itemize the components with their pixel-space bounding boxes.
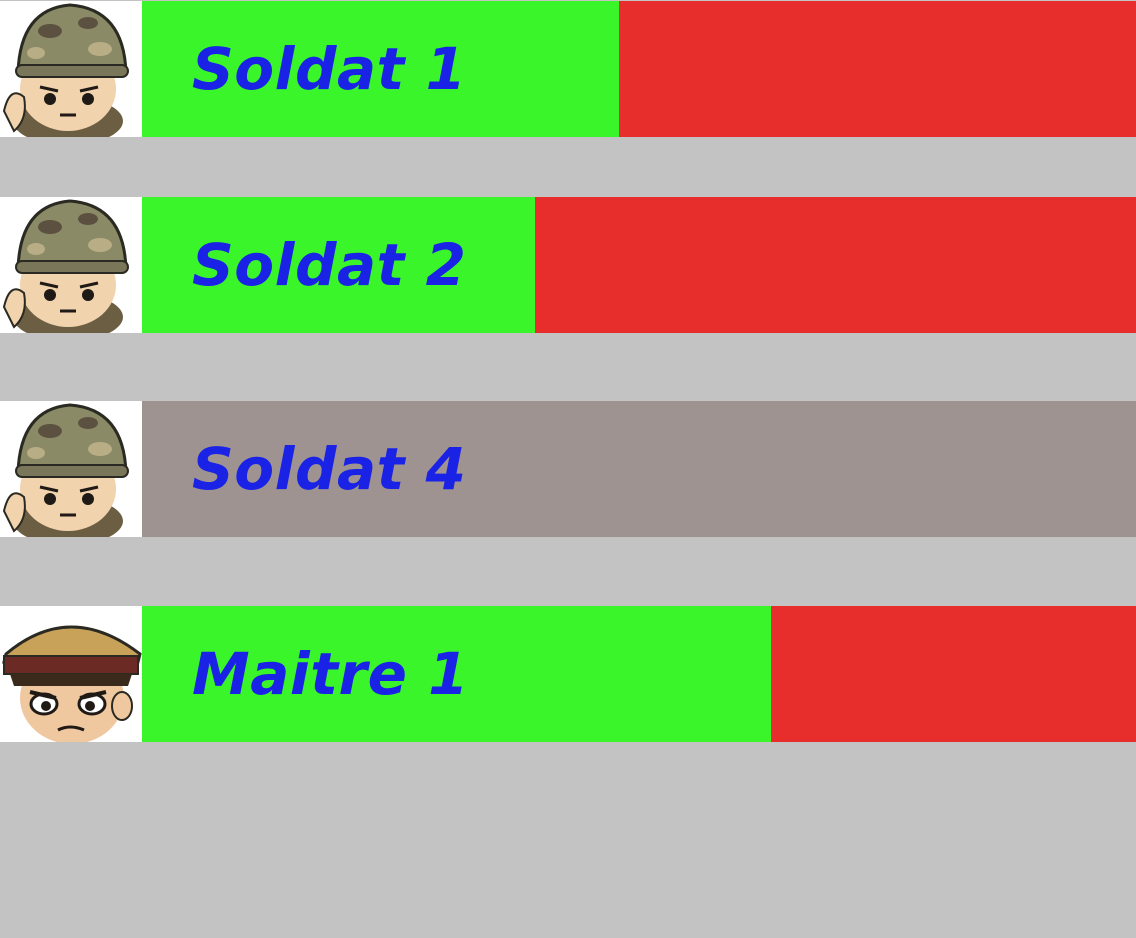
- soldier-avatar-icon: [0, 401, 142, 537]
- unit-name: Maitre 1: [192, 640, 469, 708]
- health-bar: Soldat 2: [142, 197, 1136, 333]
- soldier-avatar-icon: [0, 1, 142, 137]
- unit-row-maitre-1[interactable]: Maitre 1: [0, 606, 1136, 742]
- unit-row-soldat-1[interactable]: Soldat 1: [0, 1, 1136, 137]
- unit-name: Soldat 4: [192, 435, 467, 503]
- unit-row-soldat-2[interactable]: Soldat 2: [0, 197, 1136, 333]
- soldier-avatar-icon: [0, 197, 142, 333]
- unit-row-soldat-4[interactable]: Soldat 4: [0, 401, 1136, 537]
- health-bar: Soldat 4: [142, 401, 1136, 537]
- health-bar: Maitre 1: [142, 606, 1136, 742]
- officer-avatar-icon: [0, 606, 142, 742]
- unit-name: Soldat 2: [192, 231, 467, 299]
- health-bar: Soldat 1: [142, 1, 1136, 137]
- unit-name: Soldat 1: [192, 35, 467, 103]
